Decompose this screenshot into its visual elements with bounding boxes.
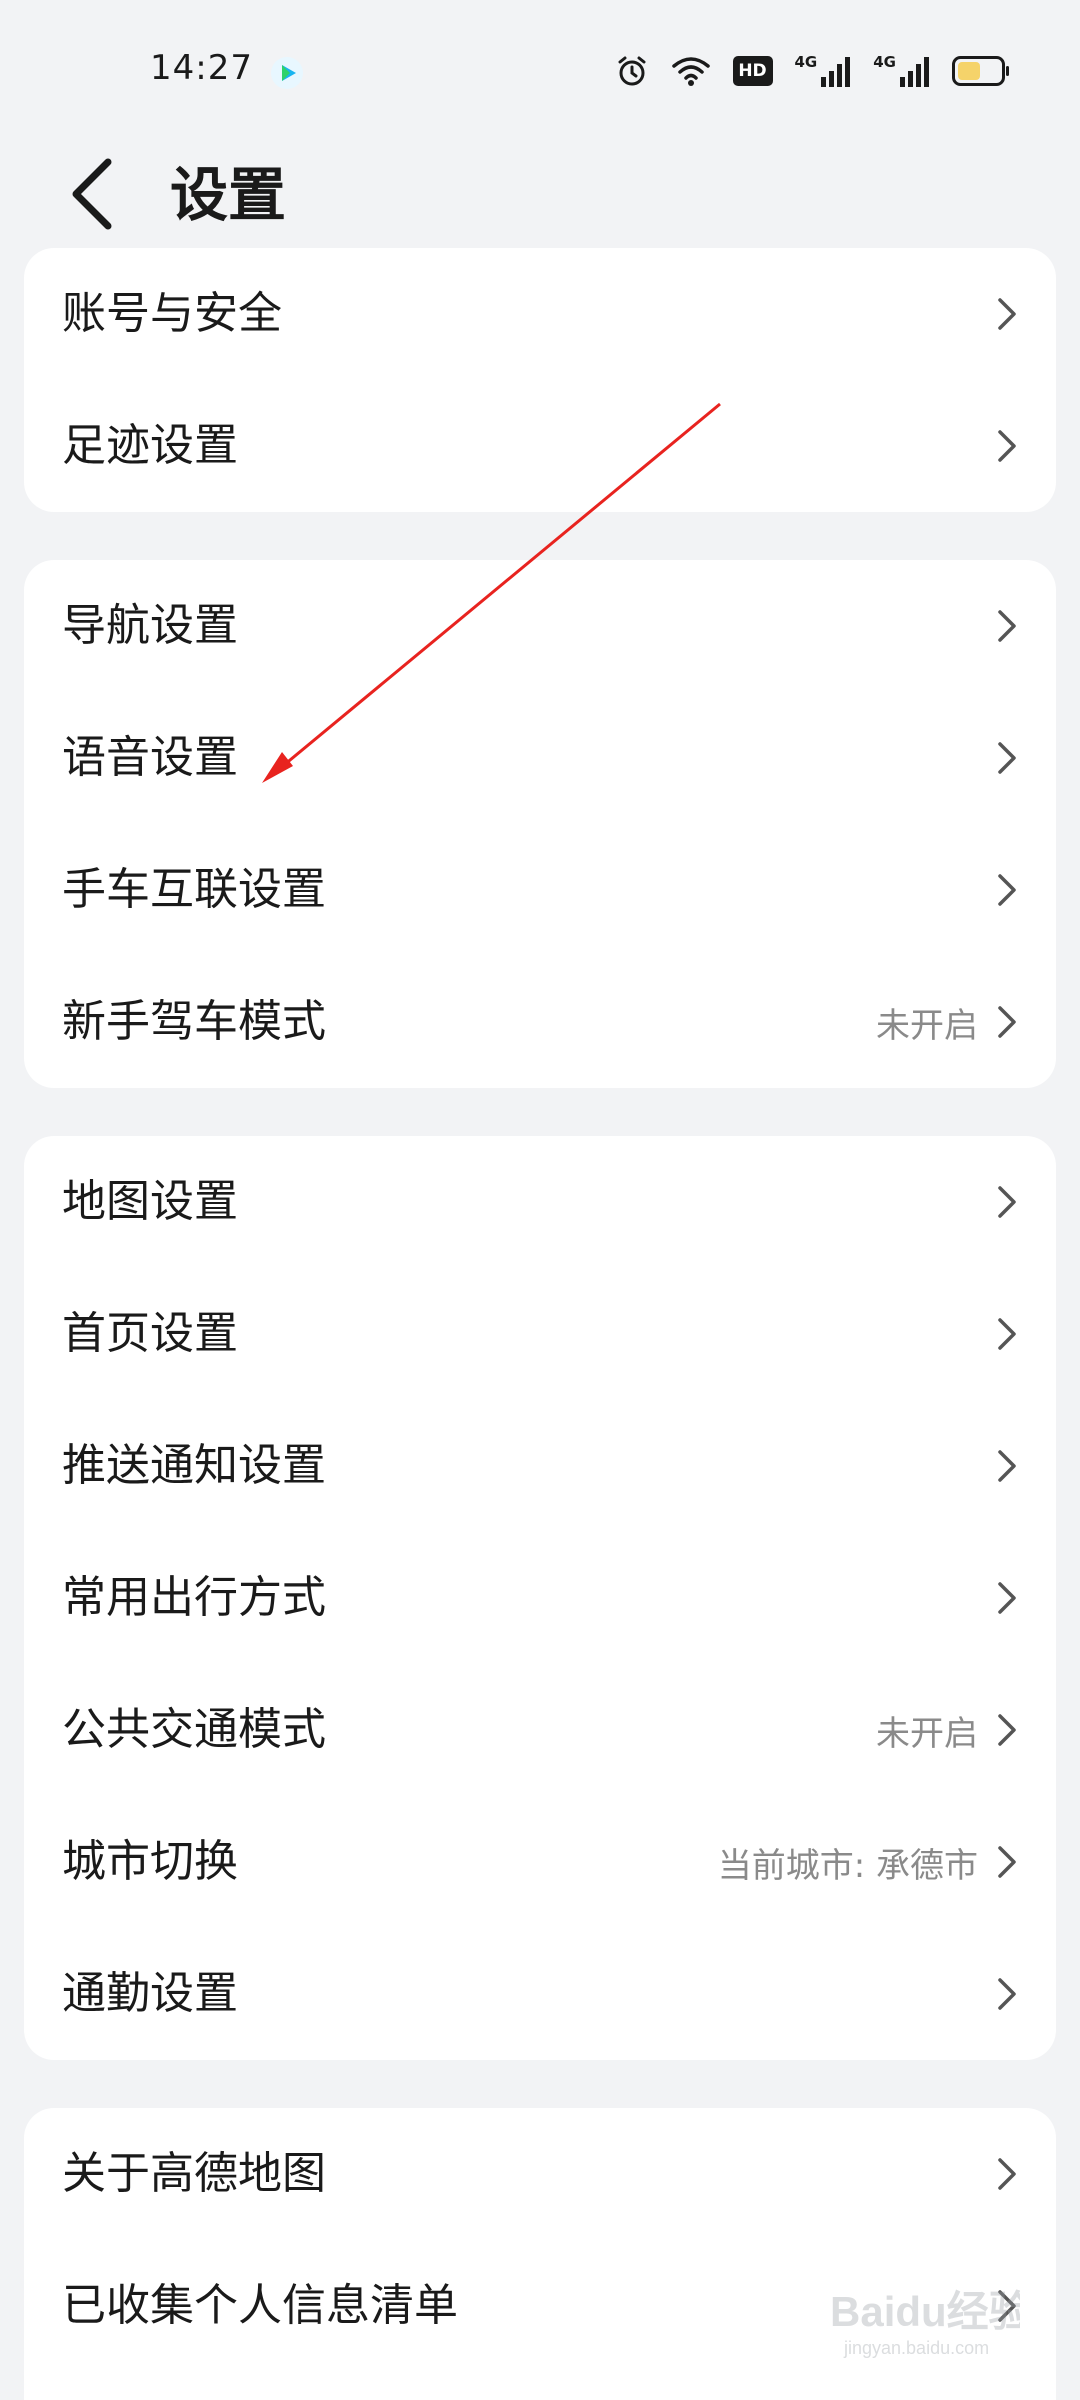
row-novice-driving-mode[interactable]: 新手驾车模式 未开启: [24, 956, 1056, 1088]
row-label: 通勤设置: [62, 1968, 238, 2019]
row-commute-settings[interactable]: 通勤设置: [24, 1928, 1056, 2060]
row-label: 已收集个人信息清单: [62, 2280, 458, 2331]
settings-group-map: 地图设置 首页设置 推送通知设置 常用出行方式 公共交通模式 未开启 城市切换 …: [24, 1136, 1056, 2060]
chevron-right-icon: [998, 1006, 1016, 1038]
row-value: 未开启: [876, 1713, 978, 1754]
chevron-right-icon: [998, 1582, 1016, 1614]
row-footprint-settings[interactable]: 足迹设置: [24, 380, 1056, 512]
wifi-icon: [671, 57, 710, 86]
row-value: 当前城市: 承德市: [717, 1845, 978, 1886]
svg-text:jingyan.baidu.com: jingyan.baidu.com: [843, 2338, 989, 2358]
baidu-paw-icon: Baidu经验 jingyan.baidu.com: [830, 2288, 1020, 2358]
row-label: 城市切换: [62, 1836, 238, 1887]
back-button[interactable]: [60, 148, 132, 240]
row-label: 导航设置: [62, 600, 238, 651]
watermark: Baidu经验 jingyan.baidu.com: [820, 2270, 1020, 2360]
row-label: 首页设置: [62, 1308, 238, 1359]
chevron-right-icon: [998, 298, 1016, 330]
chevron-right-icon: [998, 610, 1016, 642]
row-map-settings[interactable]: 地图设置: [24, 1136, 1056, 1268]
status-icons: HD 4G 4G: [615, 50, 1011, 92]
row-label: 公共交通模式: [62, 1704, 326, 1755]
row-label: 关于高德地图: [62, 2148, 326, 2199]
alarm-icon: [618, 56, 645, 86]
chevron-right-icon: [998, 430, 1016, 462]
row-label: 新手驾车模式: [62, 996, 326, 1047]
row-travel-mode[interactable]: 常用出行方式: [24, 1532, 1056, 1664]
settings-group-account: 账号与安全 足迹设置: [24, 248, 1056, 512]
chevron-right-icon: [998, 1714, 1016, 1746]
row-public-transit-mode[interactable]: 公共交通模式 未开启: [24, 1664, 1056, 1796]
row-label: 足迹设置: [62, 420, 238, 471]
row-city-switch[interactable]: 城市切换 当前城市: 承德市: [24, 1796, 1056, 1928]
row-value: 未开启: [876, 1005, 978, 1046]
settings-screen: 14:27 HD 4G 4G 设置 账号与安全 足迹设置 导航设置 语音设置 手…: [0, 0, 1080, 2400]
row-label: 语音设置: [62, 732, 238, 783]
title-bar: 设置: [0, 140, 1080, 250]
row-phone-car-link[interactable]: 手车互联设置: [24, 824, 1056, 956]
chevron-right-icon: [998, 742, 1016, 774]
signal-4g-icon: 4G: [873, 55, 930, 87]
settings-group-navigation: 导航设置 语音设置 手车互联设置 新手驾车模式 未开启: [24, 560, 1056, 1088]
svg-text:Baidu经验: Baidu经验: [830, 2288, 1020, 2335]
row-push-notification-settings[interactable]: 推送通知设置: [24, 1400, 1056, 1532]
row-navigation-settings[interactable]: 导航设置: [24, 560, 1056, 692]
row-label: 手车互联设置: [62, 864, 326, 915]
chevron-right-icon: [998, 1318, 1016, 1350]
chevron-left-icon: [72, 158, 112, 230]
row-account-security[interactable]: 账号与安全: [24, 248, 1056, 380]
row-label: 推送通知设置: [62, 1440, 326, 1491]
chevron-right-icon: [998, 874, 1016, 906]
status-bar: 14:27 HD 4G 4G: [0, 0, 1080, 140]
row-voice-settings[interactable]: 语音设置: [24, 692, 1056, 824]
battery-icon: [952, 56, 1009, 86]
chevron-right-icon: [998, 2158, 1016, 2190]
chevron-right-icon: [998, 1846, 1016, 1878]
chevron-right-icon: [998, 1450, 1016, 1482]
signal-4g-icon: 4G: [795, 55, 852, 87]
row-label: 地图设置: [62, 1176, 238, 1227]
row-home-settings[interactable]: 首页设置: [24, 1268, 1056, 1400]
chevron-right-icon: [998, 1978, 1016, 2010]
row-label: 常用出行方式: [62, 1572, 326, 1623]
hd-voice-icon: HD: [732, 56, 773, 86]
status-time: 14:27: [150, 48, 253, 88]
row-about-amap[interactable]: 关于高德地图: [24, 2108, 1056, 2240]
page-title: 设置: [170, 161, 287, 229]
video-app-icon: [271, 57, 303, 89]
chevron-right-icon: [998, 1186, 1016, 1218]
row-label: 账号与安全: [62, 288, 282, 339]
